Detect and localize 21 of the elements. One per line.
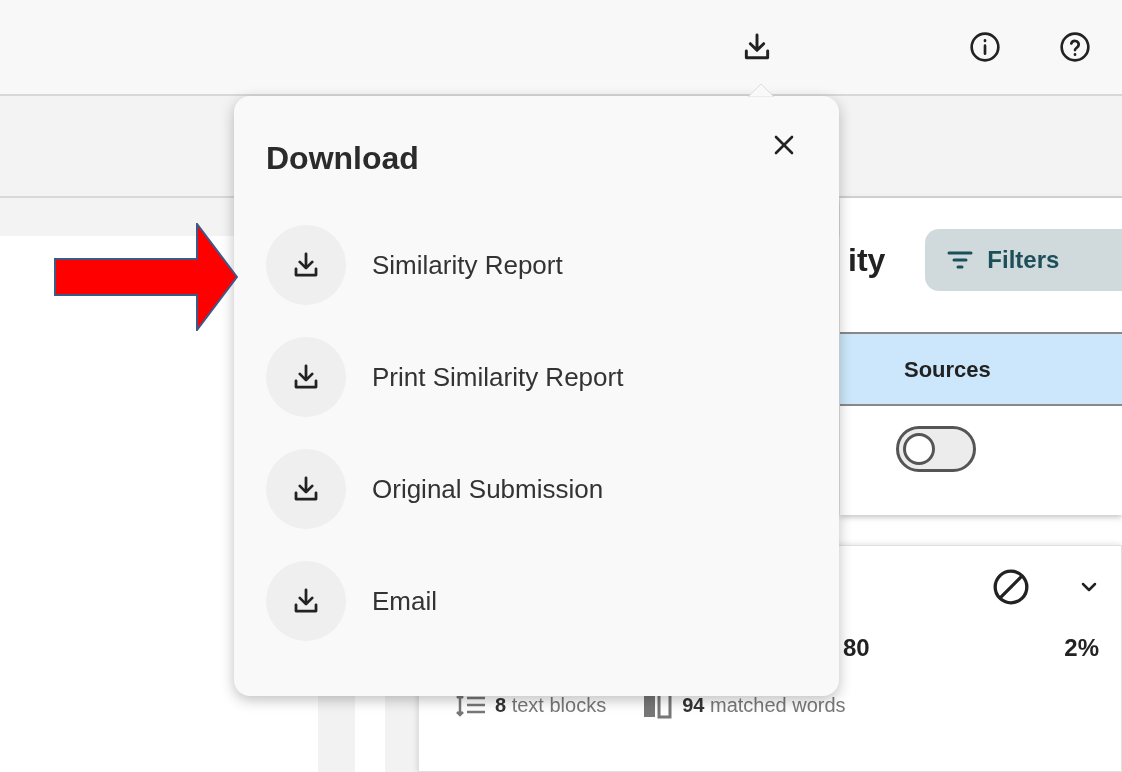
ban-icon[interactable] xyxy=(991,567,1031,607)
help-icon xyxy=(1059,31,1091,63)
text-blocks-label: 8 text blocks xyxy=(495,693,607,718)
filter-icon xyxy=(947,250,974,270)
download-option[interactable]: Print Similarity Report xyxy=(266,337,807,417)
help-button[interactable] xyxy=(1058,30,1092,64)
download-option[interactable]: Similarity Report xyxy=(266,225,807,305)
match-percent: 2% xyxy=(1064,633,1099,663)
download-option[interactable]: Original Submission xyxy=(266,449,807,529)
info-icon xyxy=(969,31,1001,63)
match-count: 80 xyxy=(843,633,870,663)
line-spacing-icon xyxy=(455,693,487,717)
panel-title: ity xyxy=(848,241,886,280)
popover-title: Download xyxy=(266,139,419,178)
toggle-switch[interactable] xyxy=(896,426,976,472)
close-icon xyxy=(772,133,796,157)
tab[interactable]: Sources xyxy=(840,332,1122,406)
filters-button[interactable]: Filters xyxy=(925,229,1122,291)
matched-words-label: 94 matched words xyxy=(682,693,846,718)
info-button[interactable] xyxy=(968,30,1002,64)
download-option[interactable]: Email xyxy=(266,561,807,641)
